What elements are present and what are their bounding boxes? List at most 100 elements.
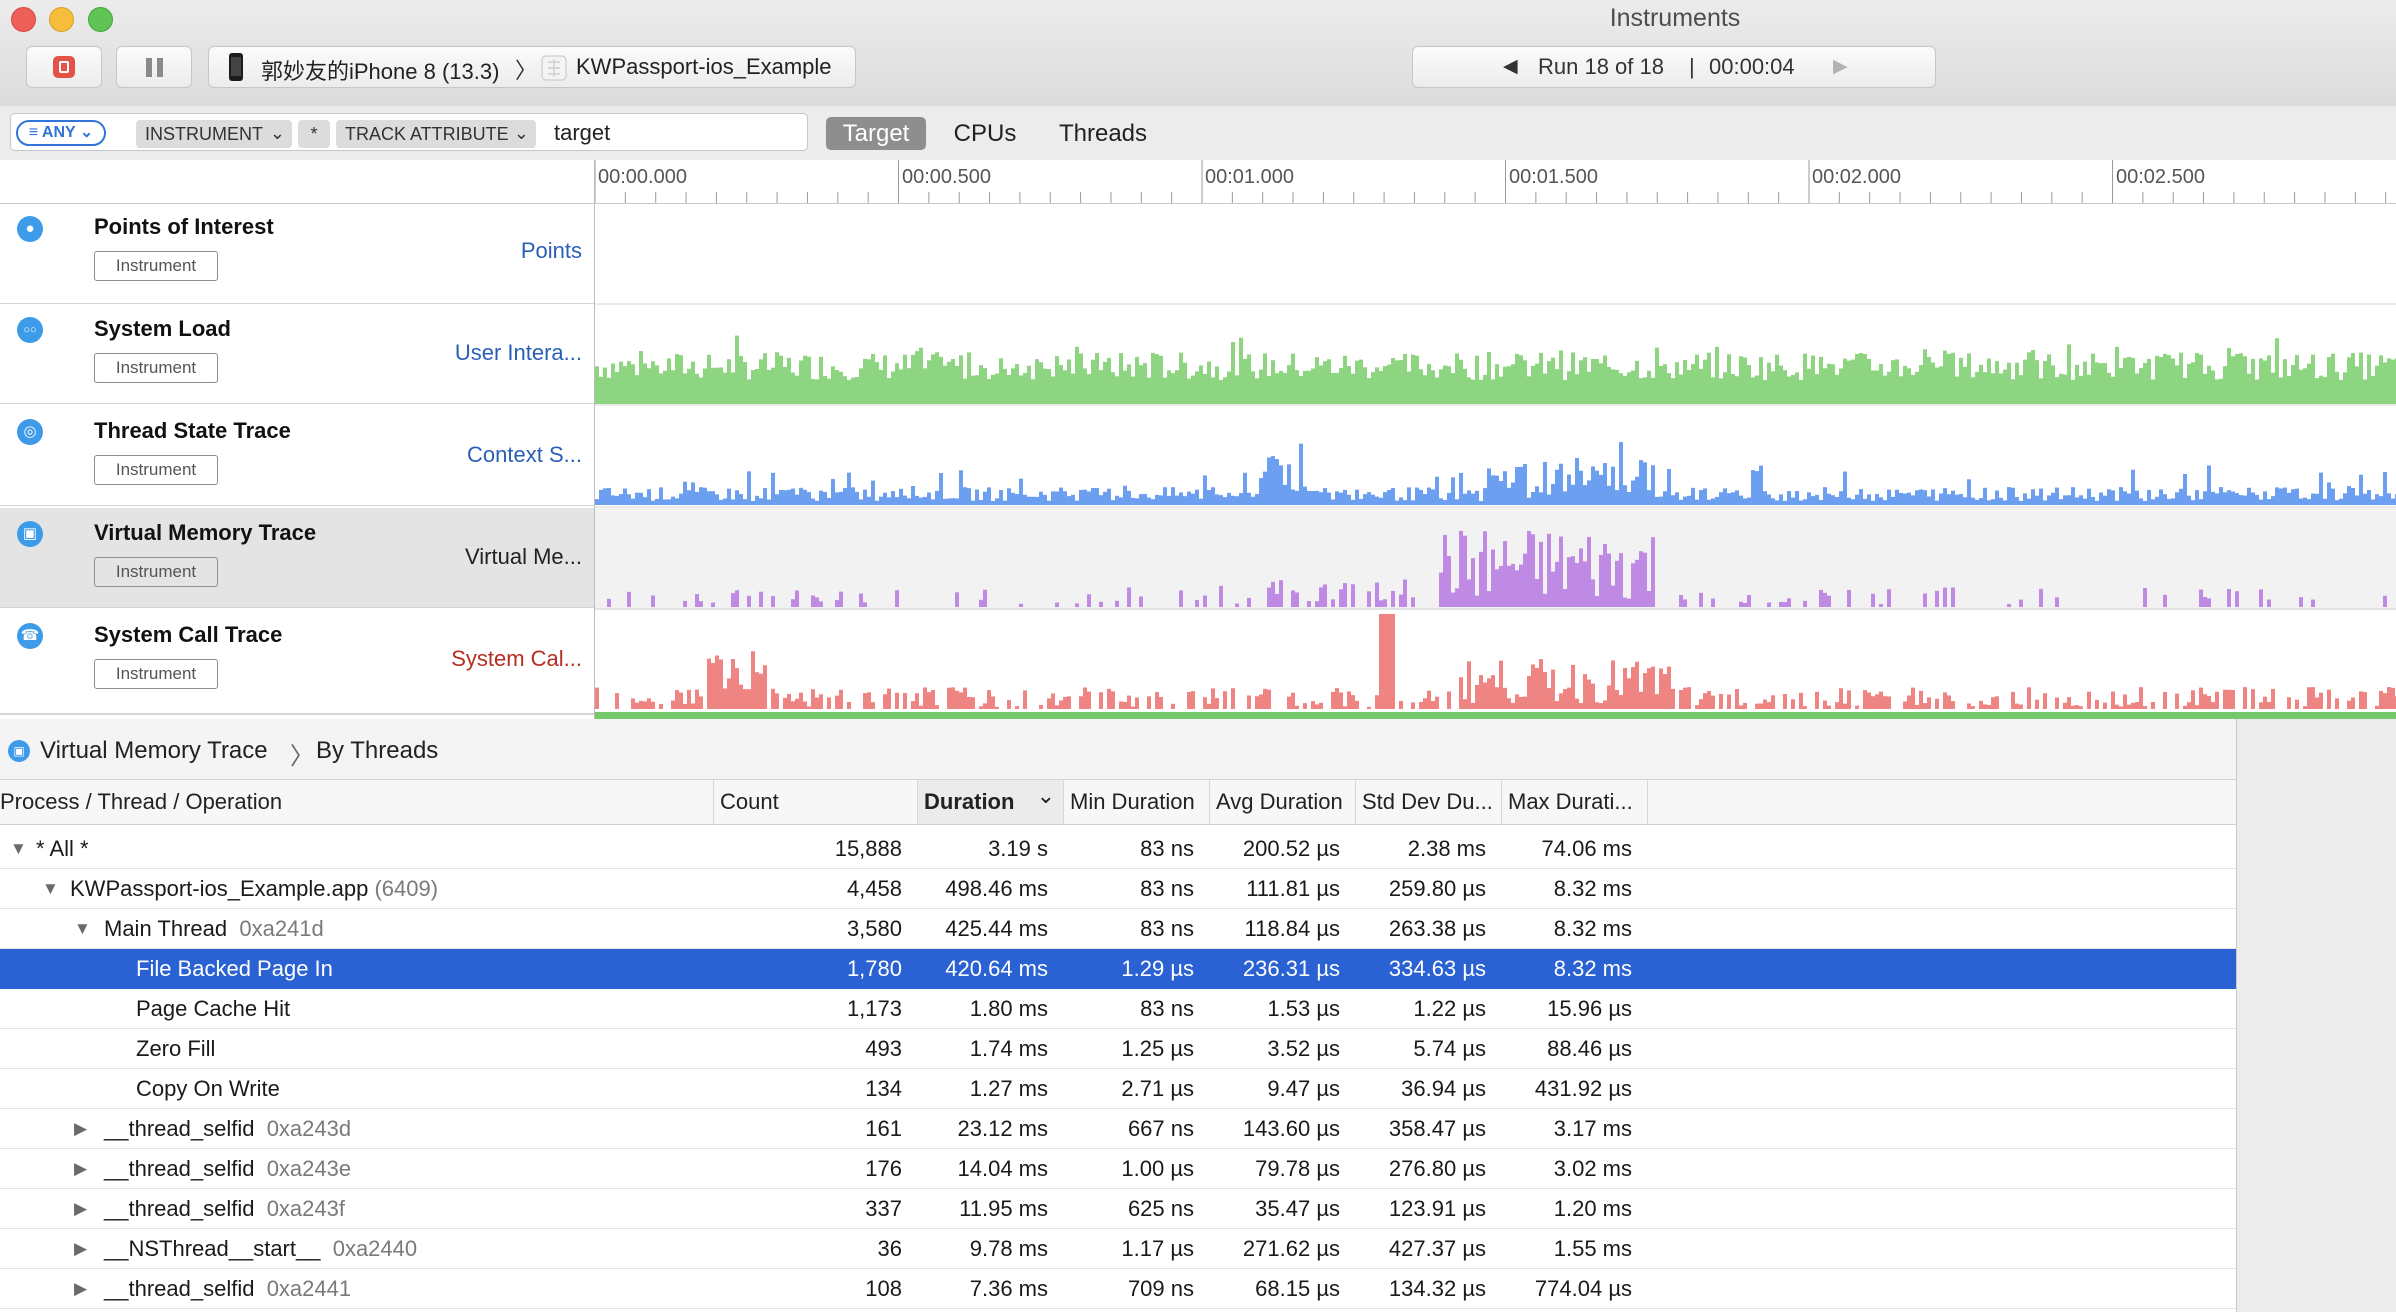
- table-row-operation-selected[interactable]: File Backed Page In 1,780 420.64 ms 1.29…: [0, 949, 2236, 989]
- disclosure-collapsed-icon[interactable]: ▶: [74, 1189, 87, 1229]
- any-filter-token[interactable]: ≡ ANY ⌄: [16, 120, 106, 146]
- table-row-thread[interactable]: ▼ Main Thread 0xa241d 3,580 425.44 ms 83…: [0, 909, 2236, 949]
- track-mode-menu[interactable]: Virtual Me...: [465, 544, 582, 570]
- activity-bar: [1123, 485, 1127, 505]
- column-header-count[interactable]: Count: [714, 780, 918, 824]
- table-row-thread[interactable]: ▶ __thread_selfid 0xa243d 161 23.12 ms 6…: [0, 1109, 2236, 1149]
- disclosure-expanded-icon[interactable]: ▼: [10, 829, 27, 869]
- disclosure-collapsed-icon[interactable]: ▶: [74, 1109, 87, 1149]
- track-graphs[interactable]: [595, 204, 2396, 719]
- previous-run-icon[interactable]: ◀: [1503, 55, 1518, 78]
- scope-cpus[interactable]: CPUs: [940, 117, 1030, 150]
- activity-bar: [1899, 376, 1903, 404]
- track-mode-menu[interactable]: User Intera...: [455, 340, 582, 366]
- minimize-window-button[interactable]: [49, 7, 74, 32]
- activity-bar: [1847, 690, 1851, 709]
- activity-bar: [1175, 370, 1179, 404]
- filter-search-value[interactable]: target: [554, 120, 610, 146]
- activity-bar: [1119, 497, 1123, 505]
- activity-bar: [1879, 364, 1883, 404]
- disclosure-collapsed-icon[interactable]: ▶: [74, 1229, 87, 1269]
- activity-bar: [1903, 365, 1907, 404]
- disclosure-collapsed-icon[interactable]: ▶: [74, 1149, 87, 1189]
- activity-bar: [923, 687, 927, 709]
- row-name: KWPassport-ios_Example.app: [70, 876, 369, 901]
- activity-bar: [815, 500, 819, 505]
- scope-target[interactable]: Target: [826, 117, 926, 150]
- close-window-button[interactable]: [11, 7, 36, 32]
- track-virtual-memory-trace[interactable]: ▣ Virtual Memory Trace Instrument Virtua…: [0, 508, 594, 608]
- activity-bar: [2311, 599, 2315, 607]
- breadcrumb-view[interactable]: By Threads: [316, 737, 438, 765]
- disclosure-expanded-icon[interactable]: ▼: [42, 869, 59, 909]
- activity-bar: [1983, 704, 1987, 709]
- record-button[interactable]: [26, 46, 102, 88]
- activity-bar: [1859, 352, 1863, 404]
- table-row-thread[interactable]: ▶ __thread_selfid 0xa243f 337 11.95 ms 6…: [0, 1189, 2236, 1229]
- track-mode-menu[interactable]: Context S...: [467, 442, 582, 468]
- column-header-avg-duration[interactable]: Avg Duration: [1210, 780, 1356, 824]
- activity-bar: [1711, 598, 1715, 607]
- track-mode-menu[interactable]: System Cal...: [451, 646, 582, 672]
- track-thread-state-trace[interactable]: ◎ Thread State Trace Instrument Context …: [0, 406, 594, 506]
- row-name: Zero Fill: [136, 1036, 216, 1061]
- activity-bar: [1883, 696, 1887, 709]
- wildcard-token[interactable]: *: [298, 120, 330, 148]
- row-avg-duration: 271.62 µs: [1242, 1236, 1340, 1261]
- activity-bar: [1543, 461, 1547, 505]
- table-row-operation[interactable]: Page Cache Hit 1,173 1.80 ms 83 ns 1.53 …: [0, 989, 2236, 1029]
- activity-bar: [959, 692, 963, 709]
- instrument-token[interactable]: INSTRUMENT ⌄: [136, 120, 292, 148]
- timeline-ruler[interactable]: [0, 160, 2396, 204]
- column-header-min-duration[interactable]: Min Duration: [1064, 780, 1210, 824]
- activity-bar: [1983, 487, 1987, 505]
- activity-bar: [923, 368, 927, 404]
- activity-bar: [607, 487, 611, 505]
- track-system-load[interactable]: ○○ System Load Instrument User Intera...: [0, 304, 594, 404]
- track-attribute-token[interactable]: TRACK ATTRIBUTE ⌄: [336, 120, 536, 148]
- breadcrumb-instrument[interactable]: Virtual Memory Trace: [40, 737, 268, 765]
- row-std-dev: 123.91 µs: [1388, 1196, 1486, 1221]
- activity-bar: [2327, 689, 2331, 709]
- activity-bar: [2175, 492, 2179, 505]
- table-row-process[interactable]: ▼ KWPassport-ios_Example.app (6409) 4,45…: [0, 869, 2236, 909]
- activity-bar: [1503, 541, 1507, 607]
- zoom-window-button[interactable]: [88, 7, 113, 32]
- activity-bar: [991, 696, 995, 709]
- table-row-thread[interactable]: ▶ __thread_selfid 0xa2441 108 7.36 ms 70…: [0, 1269, 2236, 1309]
- activity-bar: [1411, 597, 1415, 607]
- table-row-operation[interactable]: Zero Fill 493 1.74 ms 1.25 µs 3.52 µs 5.…: [0, 1029, 2236, 1069]
- activity-bar: [887, 497, 891, 505]
- activity-bar: [1315, 601, 1319, 607]
- table-row-thread[interactable]: ▶ __NSThread__start__ 0xa2440 36 9.78 ms…: [0, 1229, 2236, 1269]
- activity-bar: [1607, 366, 1611, 404]
- activity-bar: [2355, 366, 2359, 404]
- activity-bar: [703, 487, 707, 505]
- track-mode-menu[interactable]: Points: [521, 238, 582, 264]
- activity-bar: [1015, 364, 1019, 404]
- activity-bar: [1319, 365, 1323, 404]
- table-row-operation[interactable]: Copy On Write 134 1.27 ms 2.71 µs 9.47 µ…: [0, 1069, 2236, 1109]
- activity-bar: [1787, 491, 1791, 505]
- track-points-of-interest[interactable]: ● Points of Interest Instrument Points: [0, 204, 594, 304]
- activity-bar: [1511, 563, 1515, 607]
- inspection-range-bar[interactable]: [595, 712, 2396, 719]
- column-header-duration[interactable]: Duration ⌄: [918, 780, 1064, 824]
- column-header-max-duration[interactable]: Max Durati...: [1502, 780, 1648, 824]
- next-run-icon[interactable]: ▶: [1833, 55, 1848, 78]
- activity-bar: [967, 488, 971, 505]
- activity-bar: [711, 602, 715, 607]
- disclosure-expanded-icon[interactable]: ▼: [74, 909, 91, 949]
- activity-bar: [1891, 496, 1895, 505]
- pause-button[interactable]: [116, 46, 192, 88]
- column-header-std-dev[interactable]: Std Dev Du...: [1356, 780, 1502, 824]
- disclosure-collapsed-icon[interactable]: ▶: [74, 1269, 87, 1309]
- table-row-thread[interactable]: ▶ __thread_selfid 0xa243e 176 14.04 ms 1…: [0, 1149, 2236, 1189]
- activity-bar: [735, 668, 739, 709]
- row-std-dev: 5.74 µs: [1413, 1036, 1486, 1061]
- target-chooser[interactable]: 郭妙友的iPhone 8 (13.3) 〉 KWPassport-ios_Exa…: [208, 46, 856, 88]
- table-row-all[interactable]: ▼ * All * 15,888 3.19 s 83 ns 200.52 µs …: [0, 829, 2236, 869]
- scope-threads[interactable]: Threads: [1044, 117, 1162, 150]
- column-header-operation[interactable]: Process / Thread / Operation: [0, 780, 714, 824]
- track-system-call-trace[interactable]: ☎ System Call Trace Instrument System Ca…: [0, 610, 594, 714]
